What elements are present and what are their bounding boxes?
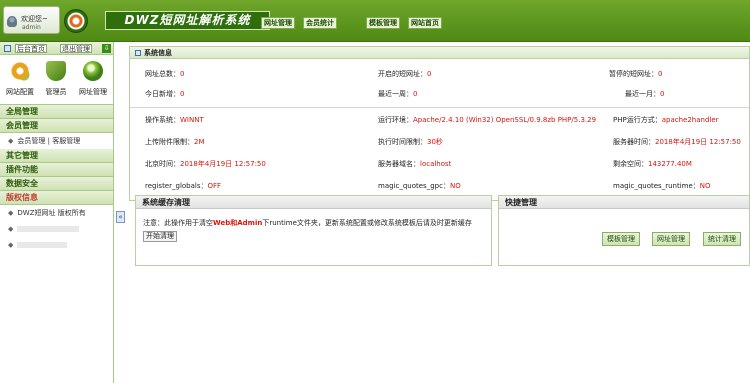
env-magic-quotes-runtime: magic_quotes_runtime：NO: [613, 182, 711, 190]
stat-last-month: 最近一月：0: [625, 90, 665, 98]
sidebar: 后台首页 退出管理 ⇩ 网站配置 管理员 网址管理 全局管理 会员管理 ◆ 会员管…: [0, 42, 114, 383]
menu-security[interactable]: 数据安全: [0, 177, 113, 191]
quick-url-button[interactable]: 网址管理: [652, 232, 690, 246]
nav-site-home[interactable]: 网站首页: [408, 17, 442, 29]
env-magic-quotes-gpc: magic_quotes_gpc：NO: [378, 182, 461, 190]
diamond-icon: ◆: [8, 225, 14, 233]
user-avatar-icon: [7, 16, 17, 27]
menu-member[interactable]: 会员管理: [0, 119, 113, 133]
grid-icon: [4, 45, 11, 52]
shield-icon: [46, 61, 66, 81]
env-beijing-time: 北京时间：2018年4月19日 12:57:50: [145, 160, 266, 168]
menu-item-redacted: ◆: [0, 237, 113, 253]
env-server-domain: 服务器域名：localhost: [378, 160, 452, 168]
admin-home-button[interactable]: 后台首页: [15, 44, 47, 53]
stat-today-new: 今日新增：0: [145, 90, 185, 98]
sidebar-toolbar: 后台首页 退出管理 ⇩: [0, 42, 113, 55]
quick-panel: 快捷管理 模板管理 网址管理 统计清理: [498, 195, 750, 266]
stat-paused-urls: 暂停的短网址：0: [609, 70, 663, 78]
start-clear-button[interactable]: 开始清理: [143, 231, 177, 242]
shortcut-site-config[interactable]: 网站配置: [5, 61, 35, 97]
shortcut-label: 管理员: [45, 88, 67, 96]
sidebar-collapse-button[interactable]: «: [116, 211, 125, 223]
cache-note: 注意：此操作用于清空Web和Admin下runtime文件夹，更新系统配置或修改…: [143, 219, 472, 242]
env-upload-limit: 上传附件限制：2M: [145, 138, 205, 146]
shortcut-label: 网站配置: [6, 88, 34, 96]
system-info-title: 系统信息: [144, 49, 172, 57]
nav-template-manage[interactable]: 模板管理: [366, 17, 400, 29]
env-register-globals: register_globals：OFF: [145, 182, 222, 190]
stat-last-week: 最近一周：0: [378, 90, 418, 98]
divider: [130, 107, 749, 108]
menu-other[interactable]: 其它管理: [0, 149, 113, 163]
diamond-icon: ◆: [8, 209, 14, 217]
welcome-panel: 欢迎您~ admin: [3, 6, 60, 34]
menu-global[interactable]: 全局管理: [0, 105, 113, 119]
redacted-bar: [17, 226, 80, 232]
gear-icon: [10, 61, 30, 81]
menu-item-label: 会员管理 | 客服管理: [17, 137, 81, 145]
shortcut-admin[interactable]: 管理员: [41, 61, 71, 97]
cache-title: 系统缓存清理: [136, 196, 491, 209]
diamond-icon: ◆: [8, 241, 14, 249]
menu-item-member-service[interactable]: ◆ 会员管理 | 客服管理: [0, 133, 113, 149]
main-content: 系统信息 网址总数：0 开启的短网址：0 暂停的短网址：0 今日新增：0 最近一…: [129, 46, 750, 383]
menu-item-label: DWZ短网址 版权所有: [17, 209, 86, 217]
env-server-time: 服务器时间：2018年4月19日 12:57:50: [613, 138, 741, 146]
quick-template-button[interactable]: 模板管理: [602, 232, 640, 246]
menu-plugins[interactable]: 插件功能: [0, 163, 113, 177]
system-info-header: 系统信息: [129, 46, 750, 59]
shortcut-url-manage[interactable]: 网址管理: [78, 61, 108, 97]
env-php-mode: PHP运行方式：apache2handler: [613, 116, 719, 124]
nav-url-manage[interactable]: 网址管理: [261, 17, 295, 29]
stat-total-urls: 网址总数：0: [145, 70, 185, 78]
diamond-icon: ◆: [8, 137, 14, 145]
nav-member-stats[interactable]: 会员统计: [303, 17, 337, 29]
logo-icon: [64, 9, 88, 33]
system-info-panel: 网址总数：0 开启的短网址：0 暂停的短网址：0 今日新增：0 最近一周：0 最…: [129, 59, 750, 201]
redacted-bar: [17, 242, 68, 248]
menu-item-redacted: ◆: [0, 221, 113, 237]
env-free-space: 剩余空间：143277.40M: [613, 160, 692, 168]
logout-button[interactable]: 退出管理: [60, 44, 92, 53]
quick-stats-clear-button[interactable]: 统计清理: [703, 232, 741, 246]
panel-icon: [135, 50, 141, 56]
shortcut-icons: 网站配置 管理员 网址管理: [0, 55, 113, 105]
menu-item-copyright[interactable]: ◆ DWZ短网址 版权所有: [0, 205, 113, 221]
app-title: DWZ短网址解析系统: [105, 11, 270, 30]
env-runtime: 运行环境：Apache/2.4.10 (Win32) OpenSSL/0.9.8…: [378, 116, 597, 124]
globe-icon: [83, 61, 103, 81]
stat-enabled-urls: 开启的短网址：0: [378, 70, 432, 78]
download-icon[interactable]: ⇩: [102, 44, 111, 53]
shortcut-label: 网址管理: [79, 88, 107, 96]
quick-title: 快捷管理: [499, 196, 749, 209]
env-exec-limit: 执行时间限制：30秒: [378, 138, 443, 146]
env-os: 操作系统：WINNT: [145, 116, 204, 124]
menu-copyright[interactable]: 版权信息: [0, 191, 113, 205]
top-header: 欢迎您~ admin DWZ短网址解析系统 网址管理 会员统计 模板管理 网站首…: [0, 0, 750, 42]
welcome-text: 欢迎您~: [21, 15, 48, 23]
cache-panel: 系统缓存清理 注意：此操作用于清空Web和Admin下runtime文件夹，更新…: [135, 195, 492, 266]
username: admin: [22, 24, 41, 31]
